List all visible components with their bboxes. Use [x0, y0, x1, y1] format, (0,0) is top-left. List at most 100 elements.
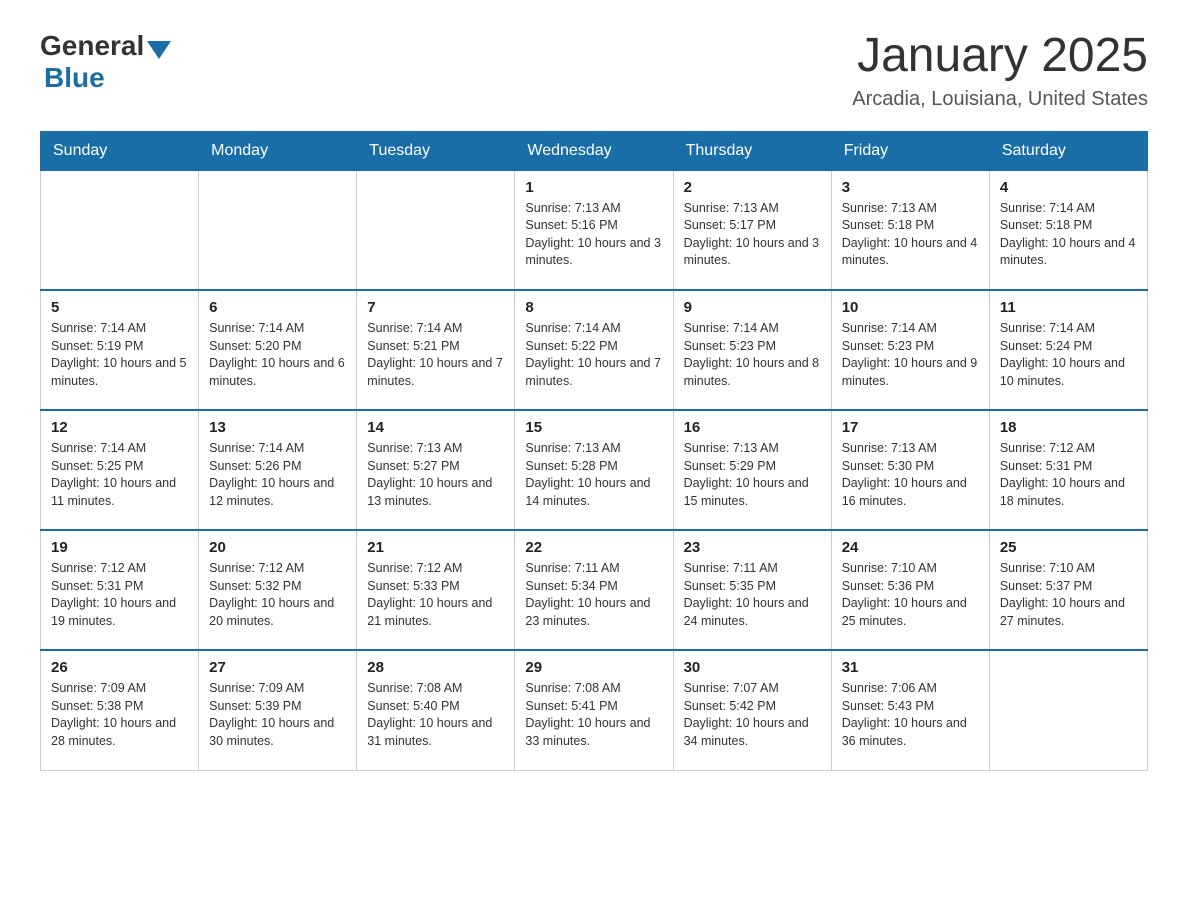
- day-info: Sunrise: 7:12 AMSunset: 5:32 PMDaylight:…: [209, 560, 346, 630]
- day-number: 14: [367, 419, 504, 436]
- day-of-week-header: Friday: [831, 131, 989, 170]
- day-info: Sunrise: 7:08 AMSunset: 5:41 PMDaylight:…: [525, 680, 662, 750]
- calendar-day-cell: 22Sunrise: 7:11 AMSunset: 5:34 PMDayligh…: [515, 530, 673, 650]
- day-info: Sunrise: 7:12 AMSunset: 5:31 PMDaylight:…: [1000, 440, 1137, 510]
- day-number: 2: [684, 179, 821, 196]
- calendar-day-cell: [199, 170, 357, 290]
- day-number: 4: [1000, 179, 1137, 196]
- day-info: Sunrise: 7:11 AMSunset: 5:35 PMDaylight:…: [684, 560, 821, 630]
- calendar-day-cell: 11 Sunrise: 7:14 AMSunset: 5:24 PMDayligh…: [989, 290, 1147, 410]
- calendar-day-cell: 6 Sunrise: 7:14 AMSunset: 5:20 PMDaylight…: [199, 290, 357, 410]
- calendar-day-cell: 10 Sunrise: 7:14 AMSunset: 5:23 PMDayligh…: [831, 290, 989, 410]
- day-number: 24: [842, 539, 979, 556]
- day-info: Sunrise: 7:12 AMSunset: 5:31 PMDaylight:…: [51, 560, 188, 630]
- day-info: Sunrise: 7:13 AMSunset: 5:17 PMDaylight:…: [684, 200, 821, 270]
- day-info: Sunrise: 7:09 AMSunset: 5:38 PMDaylight:…: [51, 680, 188, 750]
- day-number: 10: [842, 299, 979, 316]
- day-number: 20: [209, 539, 346, 556]
- location-subtitle: Arcadia, Louisiana, United States: [852, 88, 1148, 111]
- month-title: January 2025: [852, 30, 1148, 83]
- day-of-week-header: Saturday: [989, 131, 1147, 170]
- calendar-day-cell: 26 Sunrise: 7:09 AMSunset: 5:38 PMDayligh…: [41, 650, 199, 770]
- day-info: Sunrise: 7:13 AMSunset: 5:28 PMDaylight:…: [525, 440, 662, 510]
- calendar-day-cell: 1 Sunrise: 7:13 AMSunset: 5:16 PMDaylight…: [515, 170, 673, 290]
- day-number: 11: [1000, 299, 1137, 316]
- calendar-day-cell: 24 Sunrise: 7:10 AMSunset: 5:36 PMDayligh…: [831, 530, 989, 650]
- day-number: 5: [51, 299, 188, 316]
- day-of-week-header: Thursday: [673, 131, 831, 170]
- calendar-day-cell: 17Sunrise: 7:13 AMSunset: 5:30 PMDayligh…: [831, 410, 989, 530]
- calendar-day-cell: 2 Sunrise: 7:13 AMSunset: 5:17 PMDaylight…: [673, 170, 831, 290]
- day-number: 3: [842, 179, 979, 196]
- calendar-day-cell: 15 Sunrise: 7:13 AMSunset: 5:28 PMDayligh…: [515, 410, 673, 530]
- day-info: Sunrise: 7:14 AMSunset: 5:19 PMDaylight:…: [51, 320, 188, 390]
- day-number: 19: [51, 539, 188, 556]
- calendar-day-cell: 4 Sunrise: 7:14 AMSunset: 5:18 PMDaylight…: [989, 170, 1147, 290]
- day-info: Sunrise: 7:13 AMSunset: 5:16 PMDaylight:…: [525, 200, 662, 270]
- day-number: 30: [684, 659, 821, 676]
- day-number: 26: [51, 659, 188, 676]
- day-number: 21: [367, 539, 504, 556]
- day-number: 12: [51, 419, 188, 436]
- day-number: 13: [209, 419, 346, 436]
- day-info: Sunrise: 7:14 AMSunset: 5:26 PMDaylight:…: [209, 440, 346, 510]
- day-number: 25: [1000, 539, 1137, 556]
- calendar-day-cell: [989, 650, 1147, 770]
- calendar-day-cell: 9Sunrise: 7:14 AMSunset: 5:23 PMDaylight…: [673, 290, 831, 410]
- calendar-day-cell: 20 Sunrise: 7:12 AMSunset: 5:32 PMDayligh…: [199, 530, 357, 650]
- day-info: Sunrise: 7:14 AMSunset: 5:18 PMDaylight:…: [1000, 200, 1137, 270]
- calendar-day-cell: 25Sunrise: 7:10 AMSunset: 5:37 PMDayligh…: [989, 530, 1147, 650]
- calendar-day-cell: 8Sunrise: 7:14 AMSunset: 5:22 PMDaylight…: [515, 290, 673, 410]
- logo-general-text: General: [40, 30, 144, 62]
- day-info: Sunrise: 7:13 AMSunset: 5:18 PMDaylight:…: [842, 200, 979, 270]
- calendar-day-cell: 7 Sunrise: 7:14 AMSunset: 5:21 PMDaylight…: [357, 290, 515, 410]
- day-info: Sunrise: 7:14 AMSunset: 5:21 PMDaylight:…: [367, 320, 504, 390]
- calendar-day-cell: [41, 170, 199, 290]
- calendar-day-cell: 12 Sunrise: 7:14 AMSunset: 5:25 PMDayligh…: [41, 410, 199, 530]
- logo-arrow-icon: [147, 41, 171, 59]
- calendar-day-cell: 18Sunrise: 7:12 AMSunset: 5:31 PMDayligh…: [989, 410, 1147, 530]
- calendar-day-cell: 29Sunrise: 7:08 AMSunset: 5:41 PMDayligh…: [515, 650, 673, 770]
- calendar-week-row: 12 Sunrise: 7:14 AMSunset: 5:25 PMDayligh…: [41, 410, 1148, 530]
- day-info: Sunrise: 7:10 AMSunset: 5:36 PMDaylight:…: [842, 560, 979, 630]
- calendar-day-cell: 23 Sunrise: 7:11 AMSunset: 5:35 PMDayligh…: [673, 530, 831, 650]
- day-info: Sunrise: 7:13 AMSunset: 5:29 PMDaylight:…: [684, 440, 821, 510]
- day-info: Sunrise: 7:06 AMSunset: 5:43 PMDaylight:…: [842, 680, 979, 750]
- calendar-week-row: 26 Sunrise: 7:09 AMSunset: 5:38 PMDayligh…: [41, 650, 1148, 770]
- day-info: Sunrise: 7:13 AMSunset: 5:27 PMDaylight:…: [367, 440, 504, 510]
- calendar-day-cell: 28Sunrise: 7:08 AMSunset: 5:40 PMDayligh…: [357, 650, 515, 770]
- day-number: 31: [842, 659, 979, 676]
- calendar-day-cell: [357, 170, 515, 290]
- day-number: 22: [525, 539, 662, 556]
- day-number: 27: [209, 659, 346, 676]
- logo-blue-text: Blue: [44, 62, 105, 93]
- day-number: 15: [525, 419, 662, 436]
- day-info: Sunrise: 7:14 AMSunset: 5:23 PMDaylight:…: [842, 320, 979, 390]
- day-info: Sunrise: 7:13 AMSunset: 5:30 PMDaylight:…: [842, 440, 979, 510]
- day-info: Sunrise: 7:14 AMSunset: 5:24 PMDaylight:…: [1000, 320, 1137, 390]
- page-header: General Blue January 2025 Arcadia, Louis…: [40, 30, 1148, 111]
- day-number: 1: [525, 179, 662, 196]
- day-of-week-header: Sunday: [41, 131, 199, 170]
- day-info: Sunrise: 7:14 AMSunset: 5:25 PMDaylight:…: [51, 440, 188, 510]
- calendar-day-cell: 16 Sunrise: 7:13 AMSunset: 5:29 PMDayligh…: [673, 410, 831, 530]
- day-info: Sunrise: 7:14 AMSunset: 5:20 PMDaylight:…: [209, 320, 346, 390]
- day-info: Sunrise: 7:12 AMSunset: 5:33 PMDaylight:…: [367, 560, 504, 630]
- day-number: 16: [684, 419, 821, 436]
- calendar-day-cell: 5 Sunrise: 7:14 AMSunset: 5:19 PMDaylight…: [41, 290, 199, 410]
- calendar-header-row: SundayMondayTuesdayWednesdayThursdayFrid…: [41, 131, 1148, 170]
- day-number: 6: [209, 299, 346, 316]
- title-section: January 2025 Arcadia, Louisiana, United …: [852, 30, 1148, 111]
- day-of-week-header: Monday: [199, 131, 357, 170]
- day-info: Sunrise: 7:07 AMSunset: 5:42 PMDaylight:…: [684, 680, 821, 750]
- calendar-day-cell: 27 Sunrise: 7:09 AMSunset: 5:39 PMDayligh…: [199, 650, 357, 770]
- day-info: Sunrise: 7:09 AMSunset: 5:39 PMDaylight:…: [209, 680, 346, 750]
- calendar-table: SundayMondayTuesdayWednesdayThursdayFrid…: [40, 131, 1148, 771]
- calendar-week-row: 5 Sunrise: 7:14 AMSunset: 5:19 PMDaylight…: [41, 290, 1148, 410]
- calendar-day-cell: 21 Sunrise: 7:12 AMSunset: 5:33 PMDayligh…: [357, 530, 515, 650]
- calendar-day-cell: 30 Sunrise: 7:07 AMSunset: 5:42 PMDayligh…: [673, 650, 831, 770]
- day-info: Sunrise: 7:08 AMSunset: 5:40 PMDaylight:…: [367, 680, 504, 750]
- calendar-day-cell: 13 Sunrise: 7:14 AMSunset: 5:26 PMDayligh…: [199, 410, 357, 530]
- day-number: 7: [367, 299, 504, 316]
- day-number: 23: [684, 539, 821, 556]
